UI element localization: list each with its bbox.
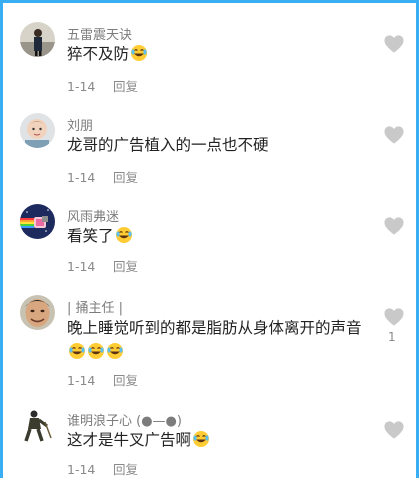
avatar[interactable] (20, 113, 55, 148)
like-heart-icon[interactable] (383, 420, 405, 440)
laughing-crying-emoji-icon (192, 430, 210, 448)
reply-button[interactable]: 回复 (113, 76, 138, 95)
laughing-crying-emoji-icon (68, 342, 86, 360)
comment-username[interactable]: 风雨弗迷 (67, 206, 119, 225)
laughing-crying-emoji-icon (87, 342, 105, 360)
comment-meta: 1-14 回复 (67, 167, 138, 186)
laughing-crying-emoji-icon (106, 342, 124, 360)
comment-item: 风雨弗迷 看笑了 1-14 回复 (0, 204, 419, 296)
comment-username[interactable]: 五雷震天诀 (67, 24, 132, 43)
like-count: 1 (388, 330, 396, 344)
reply-button[interactable]: 回复 (113, 459, 138, 478)
comment-username[interactable]: 刘朋 (67, 115, 93, 134)
comment-meta: 1-14 回复 (67, 370, 138, 389)
comment-date: 1-14 (67, 170, 96, 185)
comment-date: 1-14 (67, 79, 96, 94)
comment-text: 晚上睡觉听到的都是脂肪从身体离开的声音 (67, 316, 367, 364)
comment-meta: 1-14 回复 (67, 256, 138, 275)
reply-button[interactable]: 回复 (113, 370, 138, 389)
avatar[interactable] (20, 295, 55, 330)
comment-text: 看笑了 (67, 224, 367, 248)
comment-text: 猝不及防 (67, 42, 367, 66)
avatar[interactable] (20, 22, 55, 57)
like-heart-icon[interactable] (383, 307, 405, 327)
comment-item: | 捅主任 | 晚上睡觉听到的都是脂肪从身体离开的声音 1-14 回复 1 (0, 295, 419, 405)
like-heart-icon[interactable] (383, 216, 405, 236)
comment-text: 龙哥的广告植入的一点也不硬 (67, 136, 269, 154)
comment-username[interactable]: 谁明浪子心 (●—●) (67, 410, 182, 429)
reply-button[interactable]: 回复 (113, 256, 138, 275)
comment-date: 1-14 (67, 373, 96, 388)
comment-item: 五雷震天诀 猝不及防 1-14 回复 (0, 22, 419, 114)
comment-text: 这才是牛叉广告啊 (67, 428, 367, 452)
avatar[interactable] (20, 204, 55, 239)
like-heart-icon[interactable] (383, 125, 405, 145)
comment-date: 1-14 (67, 259, 96, 274)
avatar[interactable] (20, 408, 55, 443)
comment-meta: 1-14 回复 (67, 459, 138, 478)
laughing-crying-emoji-icon (130, 44, 148, 62)
window-border-top (0, 0, 419, 3)
comment-item: 谁明浪子心 (●—●) 这才是牛叉广告啊 1-14 回复 (0, 408, 419, 478)
comment-date: 1-14 (67, 462, 96, 477)
comment-username[interactable]: | 捅主任 | (67, 297, 123, 316)
comment-meta: 1-14 回复 (67, 76, 138, 95)
reply-button[interactable]: 回复 (113, 167, 138, 186)
laughing-crying-emoji-icon (115, 226, 133, 244)
comment-item: 刘朋 龙哥的广告植入的一点也不硬 1-14 回复 (0, 113, 419, 205)
like-heart-icon[interactable] (383, 34, 405, 54)
